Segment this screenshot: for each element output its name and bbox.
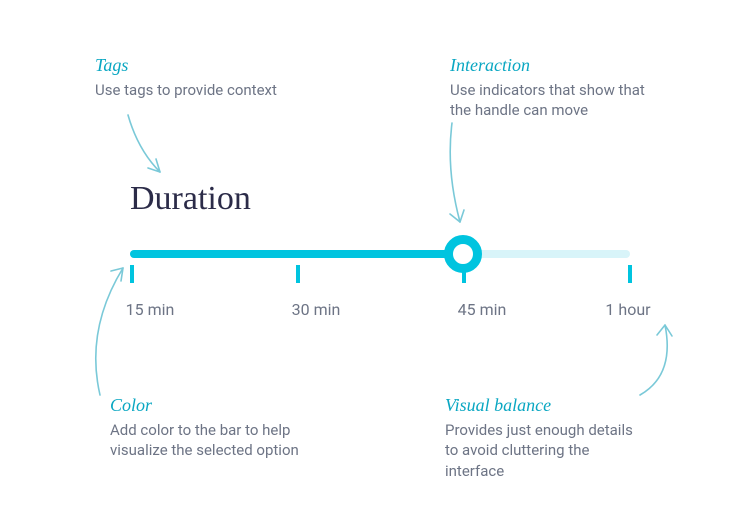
callout-balance-body: Provides just enough details to avoid cl… — [445, 420, 645, 481]
slider-handle[interactable] — [444, 235, 482, 273]
slider-tick-label: 1 hour — [605, 300, 650, 319]
callout-color-title: Color — [110, 395, 310, 416]
callout-interaction-body: Use indicators that show that the handle… — [450, 80, 650, 121]
callout-tags: Tags Use tags to provide context — [95, 55, 277, 100]
arrow-color — [75, 260, 135, 400]
callout-interaction-title: Interaction — [450, 55, 650, 76]
callout-tags-title: Tags — [95, 55, 277, 76]
callout-interaction: Interaction Use indicators that show tha… — [450, 55, 650, 121]
slider-tick — [296, 265, 300, 283]
slider-title: Duration — [130, 180, 251, 218]
callout-balance-title: Visual balance — [445, 395, 645, 416]
slider-tick-label: 30 min — [292, 300, 341, 319]
arrow-balance — [630, 320, 690, 410]
slider-track-fill — [130, 250, 463, 258]
callout-balance: Visual balance Provides just enough deta… — [445, 395, 645, 481]
callout-color-body: Add color to the bar to help visualize t… — [110, 420, 310, 461]
callout-color: Color Add color to the bar to help visua… — [110, 395, 310, 461]
callout-tags-body: Use tags to provide context — [95, 80, 277, 100]
arrow-tags — [120, 110, 180, 190]
slider-tick — [628, 265, 632, 283]
arrow-interaction — [438, 120, 478, 230]
slider-tick-label: 45 min — [458, 300, 507, 319]
